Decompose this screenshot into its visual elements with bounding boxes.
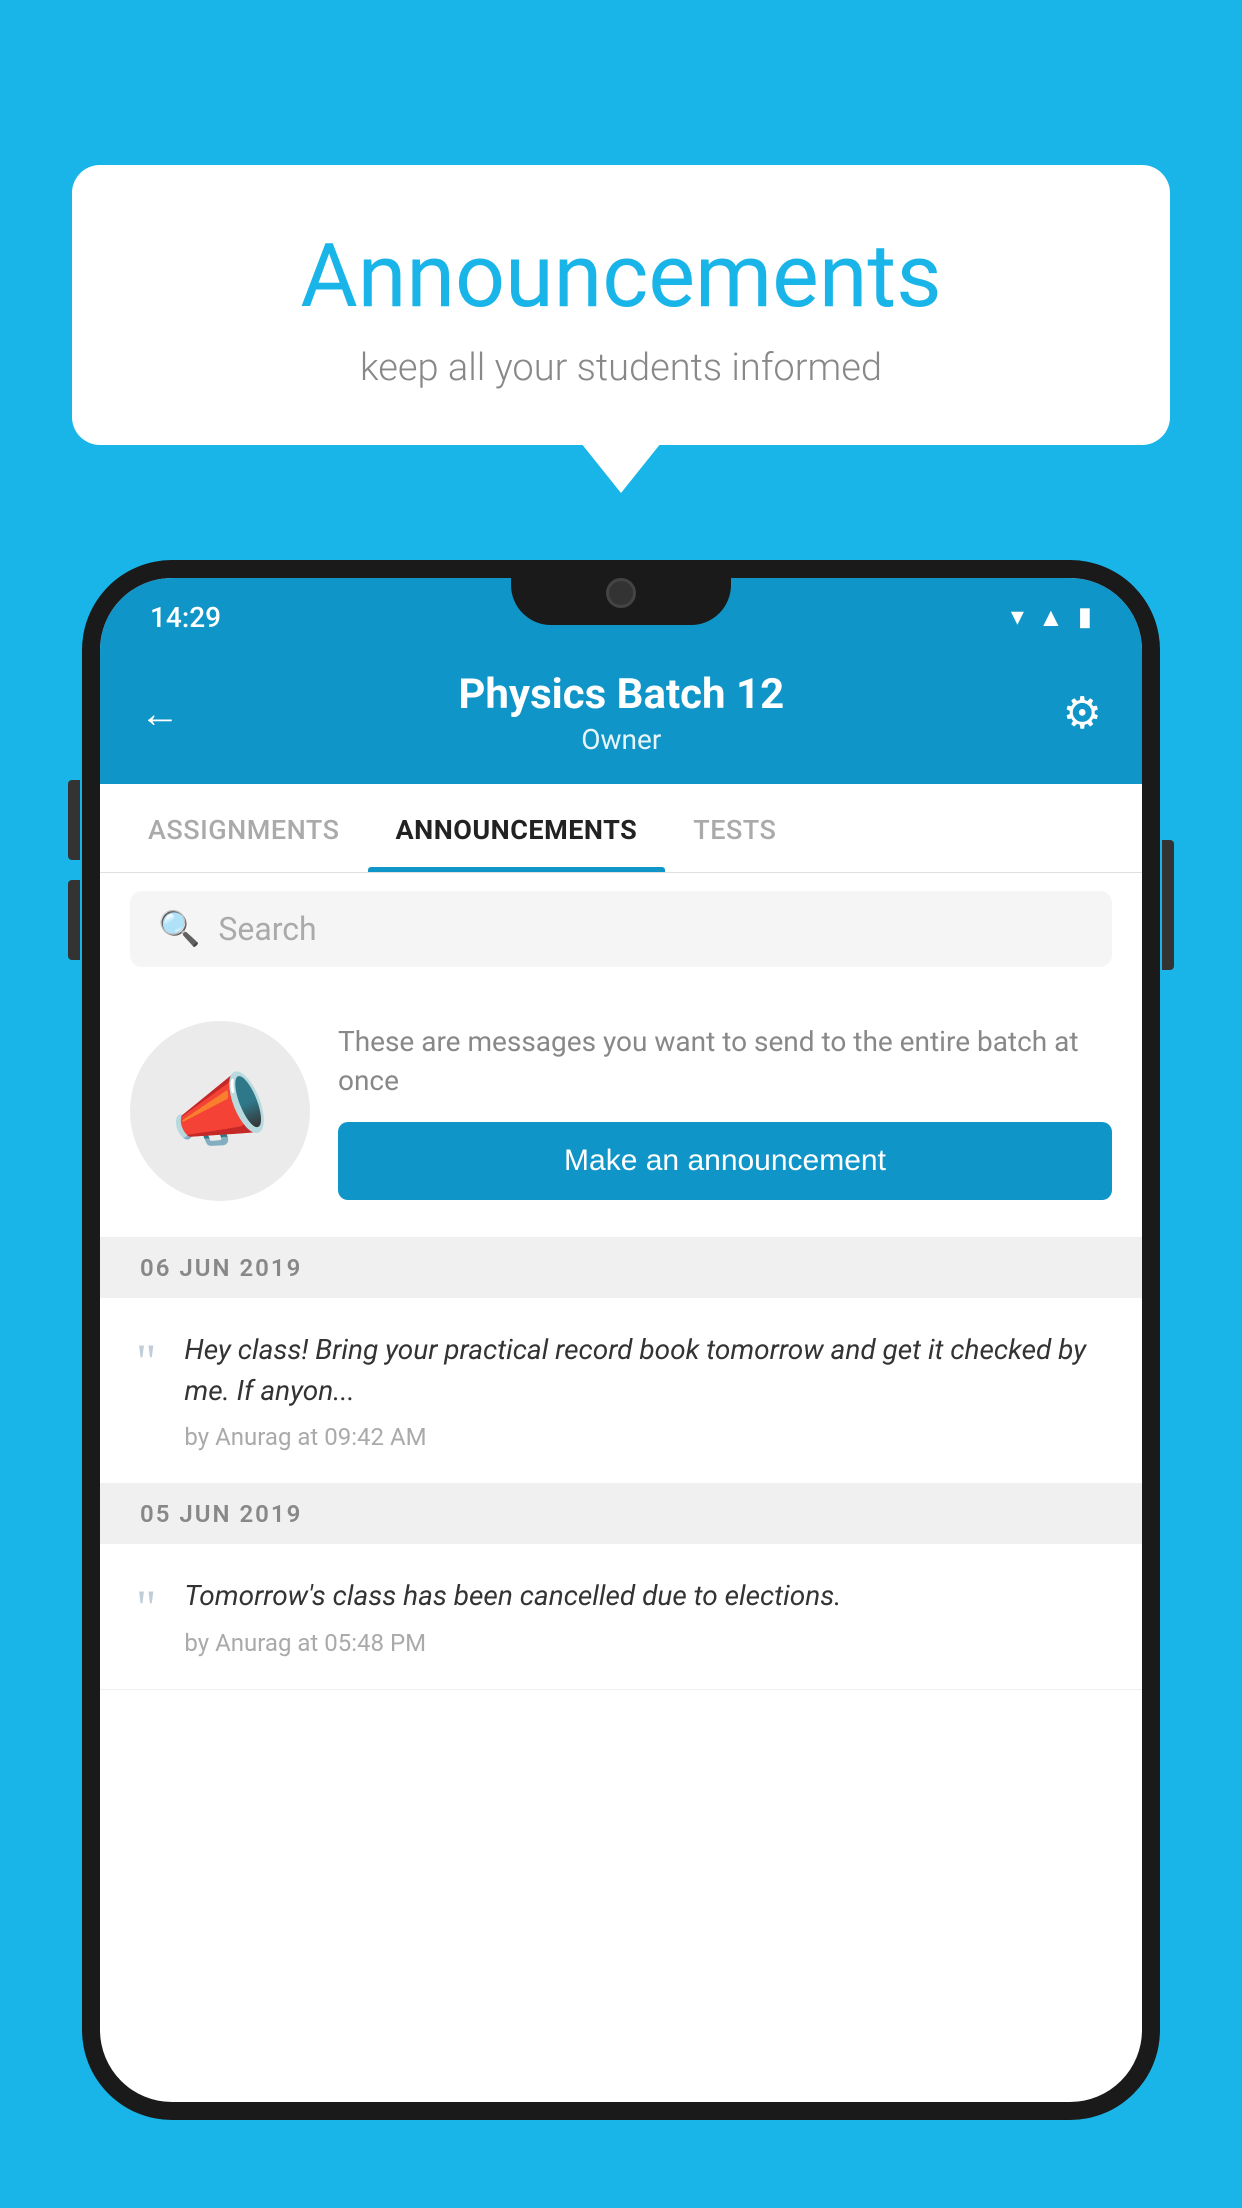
phone-body: 14:29 ▾ ▲ ▮ ← Physics Batch 12 Owner ⚙: [82, 560, 1160, 2120]
megaphone-circle: 📣: [130, 1021, 310, 1201]
volume-down-button: [68, 880, 80, 960]
prompt-right: These are messages you want to send to t…: [338, 1022, 1112, 1200]
power-button: [1162, 840, 1174, 970]
announcement-text-2: Tomorrow's class has been cancelled due …: [184, 1576, 1106, 1617]
tab-announcements[interactable]: ANNOUNCEMENTS: [368, 784, 666, 872]
announcement-prompt: 📣 These are messages you want to send to…: [100, 985, 1142, 1238]
quote-icon-2: ": [136, 1582, 156, 1632]
wifi-icon: ▾: [1011, 602, 1024, 632]
speech-bubble: Announcements keep all your students inf…: [72, 165, 1170, 445]
header-title: Physics Batch 12: [458, 670, 784, 719]
tab-assignments[interactable]: ASSIGNMENTS: [120, 784, 368, 872]
status-time: 14:29: [150, 601, 221, 634]
announcement-content-2: Tomorrow's class has been cancelled due …: [184, 1576, 1106, 1657]
make-announcement-button[interactable]: Make an announcement: [338, 1122, 1112, 1200]
header-center: Physics Batch 12 Owner: [458, 670, 784, 756]
app-header: ← Physics Batch 12 Owner ⚙: [100, 650, 1142, 784]
announcement-item-2[interactable]: " Tomorrow's class has been cancelled du…: [100, 1544, 1142, 1690]
signal-icon: ▲: [1038, 602, 1064, 633]
header-subtitle: Owner: [458, 723, 784, 756]
hero-title: Announcements: [122, 225, 1120, 328]
announcement-item-1[interactable]: " Hey class! Bring your practical record…: [100, 1298, 1142, 1484]
settings-icon[interactable]: ⚙: [1063, 687, 1102, 739]
announcement-meta-2: by Anurag at 05:48 PM: [184, 1629, 1106, 1657]
announcement-content-1: Hey class! Bring your practical record b…: [184, 1330, 1106, 1451]
phone-screen: 14:29 ▾ ▲ ▮ ← Physics Batch 12 Owner ⚙: [100, 578, 1142, 2102]
status-icons: ▾ ▲ ▮: [1011, 602, 1092, 633]
quote-icon-1: ": [136, 1336, 156, 1386]
announcement-text-1: Hey class! Bring your practical record b…: [184, 1330, 1106, 1411]
megaphone-icon: 📣: [170, 1064, 270, 1158]
volume-up-button: [68, 780, 80, 860]
prompt-description: These are messages you want to send to t…: [338, 1022, 1112, 1100]
search-icon: 🔍: [158, 909, 200, 949]
phone-mockup: 14:29 ▾ ▲ ▮ ← Physics Batch 12 Owner ⚙: [82, 560, 1160, 2208]
hero-subtitle: keep all your students informed: [122, 346, 1120, 390]
back-button[interactable]: ←: [140, 690, 180, 737]
search-input[interactable]: Search: [218, 910, 316, 948]
phone-notch: [511, 560, 731, 625]
tab-tests[interactable]: TESTS: [665, 784, 804, 872]
search-box[interactable]: 🔍 Search: [130, 891, 1112, 967]
search-container: 🔍 Search: [100, 873, 1142, 985]
date-separator-1: 06 JUN 2019: [100, 1238, 1142, 1298]
announcement-meta-1: by Anurag at 09:42 AM: [184, 1423, 1106, 1451]
hero-section: Announcements keep all your students inf…: [72, 165, 1170, 445]
date-separator-2: 05 JUN 2019: [100, 1484, 1142, 1544]
battery-icon: ▮: [1078, 602, 1092, 632]
tabs-bar: ASSIGNMENTS ANNOUNCEMENTS TESTS: [100, 784, 1142, 873]
front-camera: [606, 578, 636, 608]
